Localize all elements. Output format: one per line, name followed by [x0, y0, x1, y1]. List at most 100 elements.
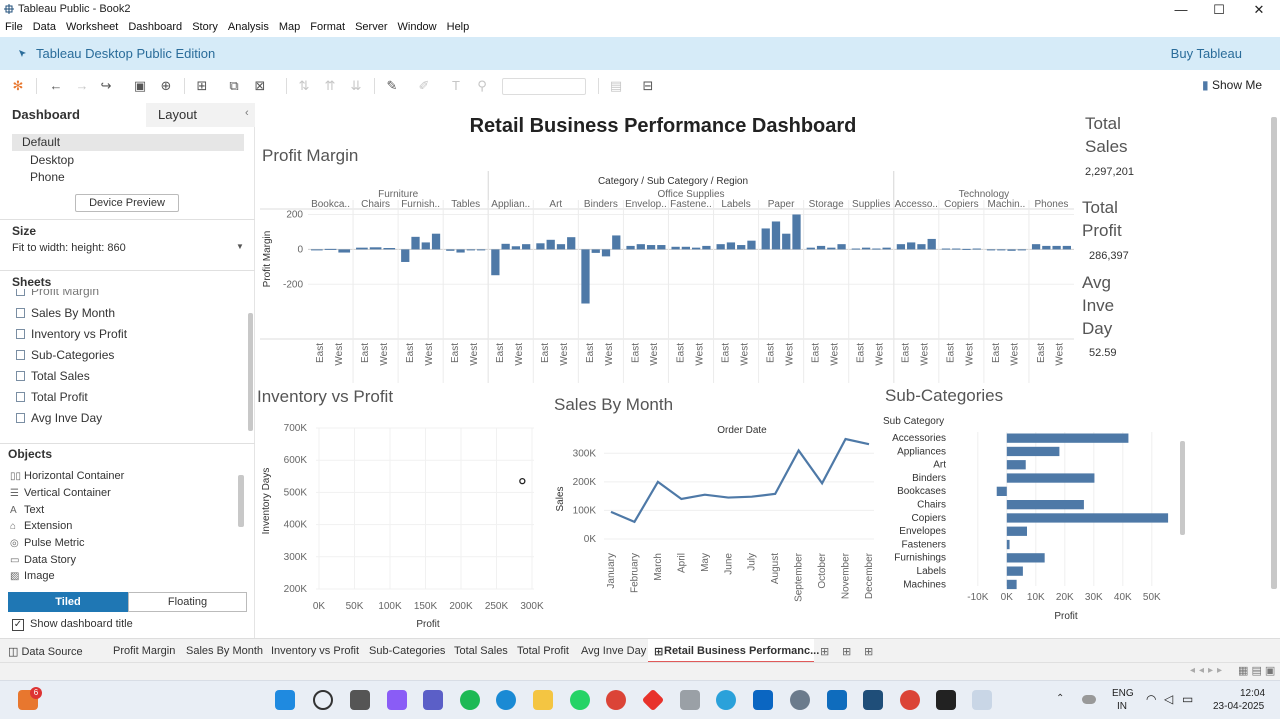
fit-dropdown[interactable]: [502, 78, 586, 95]
group-icon[interactable]: ✐: [416, 78, 432, 94]
red-app-icon[interactable]: [641, 688, 665, 712]
duplicate-icon[interactable]: ⧉: [226, 78, 242, 94]
sheet-item[interactable]: Inventory vs Profit: [16, 327, 127, 341]
tiled-toggle[interactable]: Tiled: [8, 592, 128, 612]
sheet-tab[interactable]: Avg Inve Day: [581, 645, 646, 657]
teams-icon[interactable]: [423, 690, 443, 710]
sheet-tab[interactable]: Sub-Categories: [369, 645, 445, 657]
new-dashboard-icon[interactable]: ⊞: [842, 645, 851, 658]
sort-asc-icon[interactable]: ⇈: [322, 78, 338, 94]
copilot-icon[interactable]: [387, 690, 407, 710]
tableau-public-icon[interactable]: [972, 690, 992, 710]
menu-format[interactable]: Format: [305, 19, 350, 33]
show-cards-icon[interactable]: ▤: [608, 78, 624, 94]
start-icon[interactable]: [275, 690, 295, 710]
object-vertical-container[interactable]: ☰ Vertical Container: [10, 487, 111, 499]
file-explorer-icon[interactable]: [533, 690, 553, 710]
menu-map[interactable]: Map: [274, 19, 305, 33]
spotify-icon[interactable]: [460, 690, 480, 710]
weather-icon[interactable]: [1082, 695, 1096, 704]
clock-time[interactable]: 12:04: [1240, 688, 1265, 699]
new-story-icon[interactable]: ⊞: [864, 645, 873, 658]
device-desktop[interactable]: Desktop: [30, 153, 74, 167]
device-preview-button[interactable]: Device Preview: [75, 194, 179, 212]
view-toggle-icons[interactable]: ▦ ▤ ▣: [1238, 664, 1275, 677]
tab-dashboard[interactable]: Dashboard: [12, 107, 80, 122]
object-text[interactable]: A Text: [10, 504, 44, 516]
menu-dashboard[interactable]: Dashboard: [123, 19, 187, 33]
new-data-source-icon[interactable]: ⊕: [158, 78, 174, 94]
sub-categories-scrollbar[interactable]: [1180, 441, 1185, 535]
collapse-pane-icon[interactable]: ‹: [245, 107, 249, 119]
object-extension[interactable]: ⌂ Extension: [10, 520, 72, 532]
data-source-tab[interactable]: ◫ Data Source: [8, 645, 83, 658]
menu-data[interactable]: Data: [28, 19, 61, 33]
task-view-icon[interactable]: [350, 690, 370, 710]
menu-story[interactable]: Story: [187, 19, 223, 33]
size-dropdown[interactable]: Fit to width: height: 860: [12, 242, 126, 254]
new-sheet-icon[interactable]: ⊞: [194, 78, 210, 94]
clock-date[interactable]: 23-04-2025: [1213, 701, 1264, 712]
objects-scrollbar[interactable]: [238, 475, 244, 527]
battery-icon[interactable]: ▭: [1182, 692, 1193, 706]
edge-icon[interactable]: [496, 690, 516, 710]
clear-icon[interactable]: ⊠: [252, 78, 268, 94]
size-chevron-icon[interactable]: ▼: [236, 242, 244, 251]
menu-server[interactable]: Server: [350, 19, 392, 33]
telegram-icon[interactable]: [716, 690, 736, 710]
object-data-story[interactable]: ▭ Data Story: [10, 554, 76, 566]
floating-toggle[interactable]: Floating: [128, 592, 247, 612]
tableau-logo-icon[interactable]: ✻: [10, 78, 26, 94]
redo-icon[interactable]: →: [74, 78, 90, 94]
object-image[interactable]: ▨ Image: [10, 570, 55, 582]
tab-nav-icons[interactable]: ◂◂▸▸: [1190, 665, 1226, 676]
settings-icon[interactable]: [790, 690, 810, 710]
sheet-tab[interactable]: Profit Margin: [113, 645, 175, 657]
chrome-icon[interactable]: [606, 690, 626, 710]
outlook-icon[interactable]: [827, 690, 847, 710]
chrome-profile-icon[interactable]: [900, 690, 920, 710]
store-icon[interactable]: [753, 690, 773, 710]
profit-margin-chart[interactable]: Category / Sub Category / Region Profit M…: [256, 171, 1076, 383]
sheet-tab[interactable]: Total Sales: [454, 645, 508, 657]
sheet-item[interactable]: Total Profit: [16, 390, 88, 404]
wifi-icon[interactable]: ◠: [1146, 692, 1156, 706]
menu-help[interactable]: Help: [442, 19, 475, 33]
inventory-vs-profit-chart[interactable]: 700K 600K 500K 400K 300K 200K 0K 50K 100K 150K 200…: [256, 411, 552, 636]
sales-by-month-chart[interactable]: Order Date Sales 300K 200K 100K 0K January Febr…: [552, 419, 882, 636]
object-pulse-metric[interactable]: ◎ Pulse Metric: [10, 537, 85, 549]
sort-desc-icon[interactable]: ⇊: [348, 78, 364, 94]
language-top[interactable]: ENG: [1112, 688, 1134, 699]
buy-tableau-link[interactable]: Buy Tableau: [1171, 46, 1242, 61]
menu-window[interactable]: Window: [393, 19, 442, 33]
sheets-scrollbar[interactable]: [248, 313, 253, 431]
show-title-checkbox[interactable]: ✓: [12, 619, 24, 631]
tableau-icon[interactable]: [863, 690, 883, 710]
terminal-icon[interactable]: [936, 690, 956, 710]
whatsapp-icon[interactable]: [570, 690, 590, 710]
close-button[interactable]: ✕: [1240, 0, 1278, 19]
tray-chevron-icon[interactable]: ⌃: [1056, 693, 1064, 704]
device-phone[interactable]: Phone: [30, 170, 65, 184]
replay-icon[interactable]: ↪: [98, 78, 114, 94]
minimize-button[interactable]: —: [1162, 0, 1200, 19]
object-horizontal-container[interactable]: ▯▯ Horizontal Container: [10, 470, 124, 482]
new-worksheet-icon[interactable]: ⊞: [820, 645, 829, 658]
maximize-button[interactable]: ☐: [1200, 0, 1238, 19]
search-icon[interactable]: [313, 690, 333, 710]
device-default[interactable]: Default: [22, 135, 60, 149]
save-icon[interactable]: ▣: [132, 78, 148, 94]
fix-axes-icon[interactable]: ⚲: [474, 78, 490, 94]
menu-worksheet[interactable]: Worksheet: [61, 19, 123, 33]
volume-icon[interactable]: ◁: [1164, 692, 1173, 706]
undo-icon[interactable]: ←: [48, 78, 64, 94]
sheet-item[interactable]: Sales By Month: [16, 306, 115, 320]
show-me-button[interactable]: ▮ Show Me: [1202, 78, 1262, 92]
menu-file[interactable]: File: [0, 19, 28, 33]
sheet-tab[interactable]: Sales By Month: [186, 645, 263, 657]
sheet-item[interactable]: Sub-Categories: [16, 348, 114, 362]
label-icon[interactable]: T: [448, 78, 464, 94]
sub-categories-chart[interactable]: Sub Category -10K 0K 10K 20K 30K 40K 50K Profit A…: [880, 408, 1190, 623]
sheet-tab[interactable]: Total Profit: [517, 645, 569, 657]
tab-layout[interactable]: Layout: [158, 107, 197, 122]
